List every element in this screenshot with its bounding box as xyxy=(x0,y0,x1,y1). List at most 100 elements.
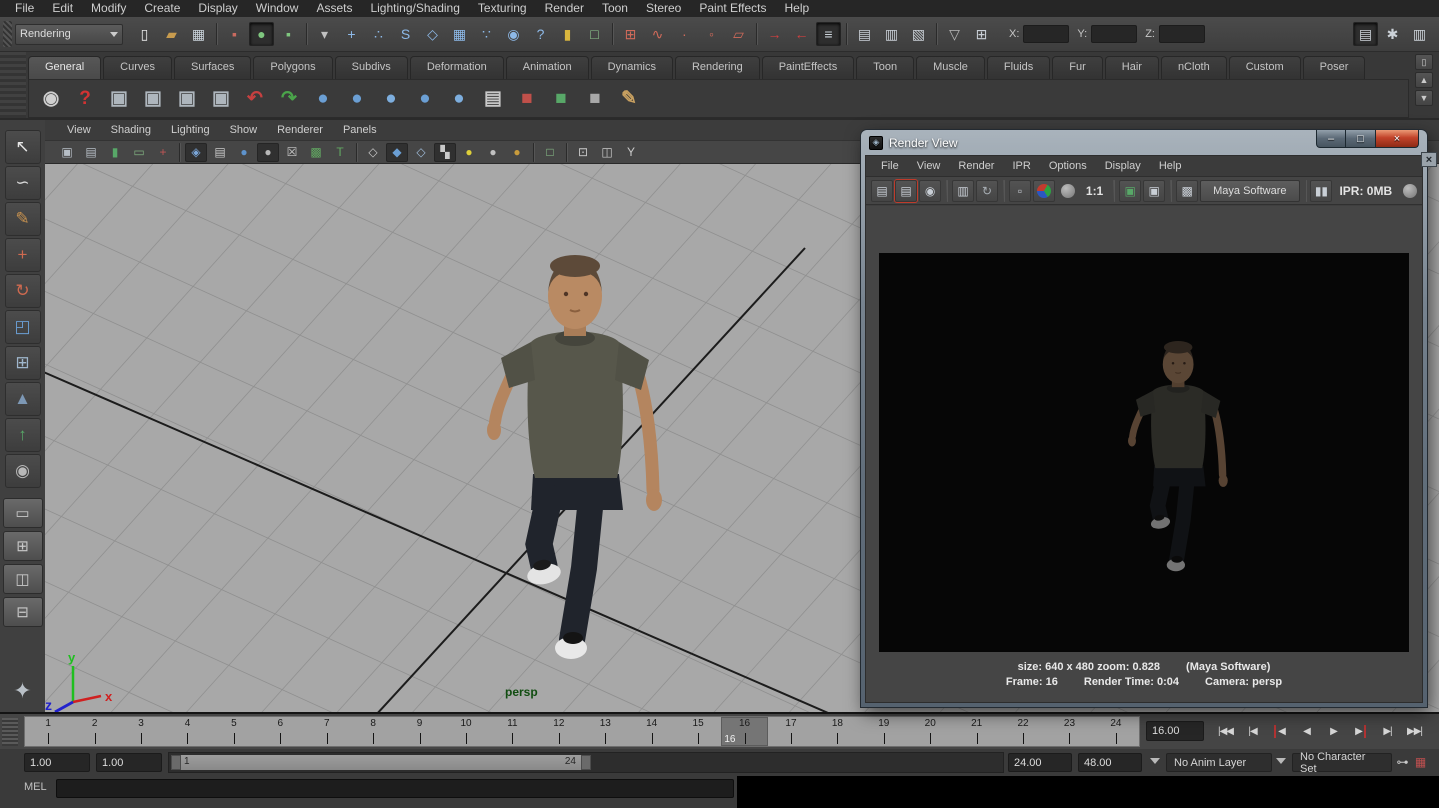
shelf-tab[interactable]: Muscle xyxy=(916,56,985,79)
timeline-frame[interactable]: 8 xyxy=(350,717,396,746)
timeline-frame[interactable]: 7 xyxy=(304,717,350,746)
timeline-frame[interactable]: 4 xyxy=(164,717,210,746)
redo-icon[interactable]: ↷ xyxy=(273,83,305,115)
help-icon[interactable]: ? xyxy=(69,83,101,115)
textured-icon[interactable]: ▩ xyxy=(305,143,327,162)
light-gold-icon[interactable]: ● xyxy=(506,143,528,162)
menu-item[interactable]: Texturing xyxy=(469,0,536,17)
display-options-icon[interactable]: ▩ xyxy=(1176,180,1198,202)
mask-hierarchy-icon[interactable]: ∴ xyxy=(366,22,391,46)
shelf-switcher[interactable] xyxy=(0,52,26,118)
shelf-tab[interactable]: Hair xyxy=(1105,56,1159,79)
command-feedback-area[interactable] xyxy=(737,776,1439,808)
shelf-tab[interactable]: General xyxy=(28,56,101,79)
previous-key-button[interactable]: |◀ xyxy=(1239,719,1266,743)
paint-brush-icon[interactable]: ✎ xyxy=(613,83,645,115)
grid-toggle-icon[interactable]: ◈ xyxy=(185,143,207,162)
smooth-shade-icon[interactable]: ● xyxy=(233,143,255,162)
last-tool-used[interactable]: ◉ xyxy=(5,454,41,488)
panel-menu-item[interactable]: Lighting xyxy=(161,122,220,139)
open-scene-icon[interactable]: ▰ xyxy=(159,22,184,46)
lasso-select-tool[interactable]: ∽ xyxy=(5,166,41,200)
render-view-menu-item[interactable]: File xyxy=(872,158,908,175)
render-current-frame-icon[interactable]: ▤ xyxy=(895,180,917,202)
tool-settings-toggle[interactable]: ✱ xyxy=(1380,22,1405,46)
region-render-icon[interactable]: ▫ xyxy=(1009,180,1031,202)
ipr-indicator-icon[interactable] xyxy=(1399,180,1421,202)
rotate-tool[interactable]: ↻ xyxy=(5,274,41,308)
menu-item[interactable]: Modify xyxy=(82,0,135,17)
highlight-select-icon[interactable]: □ xyxy=(539,143,561,162)
share-view-icon[interactable]: Y xyxy=(620,143,642,162)
timeline-frame[interactable]: 5 xyxy=(211,717,257,746)
menu-item[interactable]: Help xyxy=(776,0,819,17)
select-hierarchy-icon[interactable]: ▪ xyxy=(222,22,247,46)
render-view-menu-item[interactable]: Help xyxy=(1150,158,1191,175)
current-time-input[interactable] xyxy=(1146,721,1204,741)
soft-modification-tool[interactable]: ▲ xyxy=(5,382,41,416)
default-light-icon[interactable]: ◇ xyxy=(362,143,384,162)
camera-attributes-icon[interactable]: ▤ xyxy=(80,143,102,162)
shading-node-icon-c[interactable]: ● xyxy=(409,83,441,115)
animation-preferences-icon[interactable]: ▦ xyxy=(1412,753,1429,771)
flat-shade-icon[interactable]: ● xyxy=(257,143,279,162)
object-select-green-icon[interactable]: ■ xyxy=(545,83,577,115)
mask-surfaces-icon[interactable]: ◇ xyxy=(420,22,445,46)
render-view-menu-item[interactable]: IPR xyxy=(1003,158,1039,175)
timeline-frame[interactable]: 16 16 xyxy=(721,717,767,746)
texture-view-icon[interactable]: T xyxy=(329,143,351,162)
timeline-frame[interactable]: 1 xyxy=(25,717,71,746)
scale-tool[interactable]: ◰ xyxy=(5,310,41,344)
shading-node-icon-b[interactable]: ● xyxy=(375,83,407,115)
new-scene-icon[interactable]: ▯ xyxy=(132,22,157,46)
paint-select-tool[interactable]: ✎ xyxy=(5,202,41,236)
timeline-frame[interactable]: 18 xyxy=(814,717,860,746)
input-connections-icon[interactable]: → xyxy=(762,22,787,46)
x-coord-input[interactable] xyxy=(1023,25,1069,43)
playback-end-input[interactable] xyxy=(1008,753,1072,772)
timeline-frame[interactable]: 6 xyxy=(257,717,303,746)
shelf-tab[interactable]: Subdivs xyxy=(335,56,408,79)
highlight-selection-icon[interactable]: □ xyxy=(582,22,607,46)
render-view-menu-item[interactable]: View xyxy=(908,158,950,175)
panel-menu-item[interactable]: Panels xyxy=(333,122,387,139)
camera-select-icon[interactable]: ▣ xyxy=(56,143,78,162)
keep-image-icon[interactable]: ▣ xyxy=(1119,180,1141,202)
shelf-tab[interactable]: Fur xyxy=(1052,56,1103,79)
selected-lights-icon[interactable]: ◇ xyxy=(410,143,432,162)
lock-selection-icon[interactable]: ▮ xyxy=(555,22,580,46)
menu-item[interactable]: Lighting/Shading xyxy=(361,0,468,17)
timeline-frame[interactable]: 11 xyxy=(489,717,535,746)
snap-projected-icon[interactable]: ◦ xyxy=(699,22,724,46)
rgb-channels-icon[interactable] xyxy=(1033,180,1055,202)
ipr-render-icon[interactable]: ▥ xyxy=(879,22,904,46)
step-back-frame-button[interactable]: ◀ xyxy=(1266,719,1293,743)
select-tool[interactable]: ↖ xyxy=(5,130,41,164)
object-select-gray-icon[interactable]: ■ xyxy=(579,83,611,115)
ipr-render-icon[interactable]: ▥ xyxy=(952,180,974,202)
selection-mask-menu-icon[interactable]: ▾ xyxy=(312,22,337,46)
film-magnify-icon[interactable]: ◉ xyxy=(35,83,67,115)
snap-grid-icon[interactable]: ⊞ xyxy=(618,22,643,46)
snap-plane-icon[interactable]: ▱ xyxy=(726,22,751,46)
layout-single-pane[interactable]: ▭ xyxy=(3,498,43,528)
timeline-frame[interactable]: 22 xyxy=(1000,717,1046,746)
menu-item[interactable]: Create xyxy=(135,0,189,17)
shading-node-icon-d[interactable]: ● xyxy=(443,83,475,115)
menu-item[interactable]: Edit xyxy=(43,0,82,17)
render-current-frame-icon[interactable]: ▤ xyxy=(852,22,877,46)
go-to-start-button[interactable]: |◀◀ xyxy=(1212,719,1239,743)
camera-fly-icon[interactable]: ▣ xyxy=(205,83,237,115)
shelf-tab[interactable]: Deformation xyxy=(410,56,504,79)
timeline-frame[interactable]: 14 xyxy=(628,717,674,746)
render-settings-icon[interactable]: ▧ xyxy=(906,22,931,46)
timeline-frame[interactable]: 20 xyxy=(907,717,953,746)
shelf-tab[interactable]: Surfaces xyxy=(174,56,251,79)
anim-layer-selector[interactable]: No Anim Layer xyxy=(1166,753,1272,772)
film-gate-icon[interactable]: ▤ xyxy=(209,143,231,162)
playback-start-input[interactable] xyxy=(96,753,162,772)
step-forward-frame-button[interactable]: ▶ xyxy=(1347,719,1374,743)
output-connections-icon[interactable]: ← xyxy=(789,22,814,46)
menu-item[interactable]: Paint Effects xyxy=(690,0,775,17)
timeline-frame[interactable]: 3 xyxy=(118,717,164,746)
